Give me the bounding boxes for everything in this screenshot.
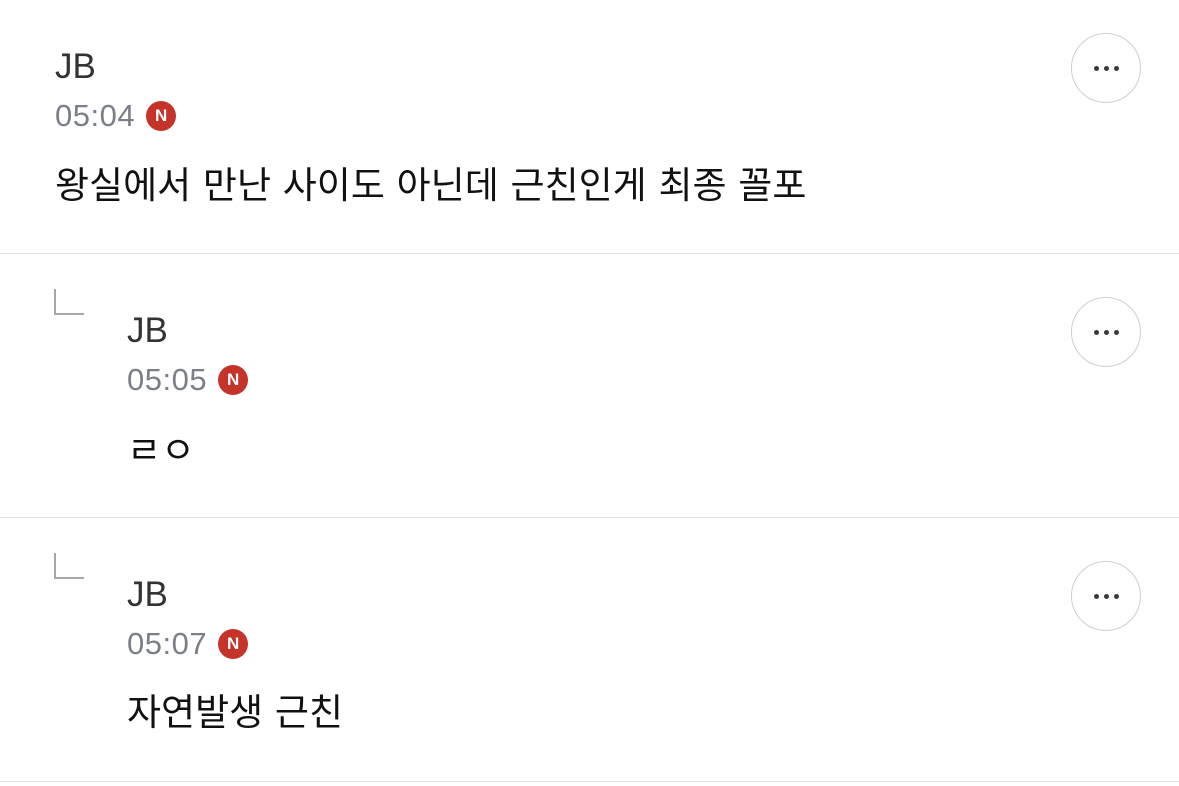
more-horizontal-icon	[1113, 593, 1119, 599]
comment-author[interactable]: JB	[127, 311, 168, 351]
more-horizontal-icon	[1093, 593, 1099, 599]
new-badge-icon: N	[146, 101, 177, 131]
comment-time: 05:04	[55, 98, 136, 133]
comment-time: 05:07	[127, 626, 208, 661]
more-options-button[interactable]	[1071, 561, 1141, 631]
reply-item: JB 05:07 N 자연발생 근친	[0, 518, 1179, 782]
reply-arrow-icon	[54, 289, 84, 315]
reply-item: JB 05:05 N ㄹㅇ	[0, 254, 1179, 518]
new-badge-icon: N	[218, 365, 249, 395]
more-horizontal-icon	[1113, 65, 1119, 71]
comment-meta: 05:05 N	[127, 362, 249, 398]
comment-text: 왕실에서 만난 사이도 아닌데 근친인게 최종 꼴포	[55, 164, 807, 207]
comment-meta: 05:04 N	[55, 98, 177, 134]
more-options-button[interactable]	[1071, 33, 1141, 103]
more-horizontal-icon	[1093, 329, 1099, 335]
comment-author[interactable]: JB	[55, 47, 96, 87]
reply-arrow-icon	[54, 553, 84, 579]
comment-item: JB 05:04 N 왕실에서 만난 사이도 아닌데 근친인게 최종 꼴포	[0, 0, 1179, 254]
more-horizontal-icon	[1113, 329, 1119, 335]
more-horizontal-icon	[1093, 65, 1099, 71]
more-options-button[interactable]	[1071, 297, 1141, 367]
more-horizontal-icon	[1103, 593, 1109, 599]
comment-text: 자연발생 근친	[127, 691, 344, 734]
comment-author[interactable]: JB	[127, 575, 168, 615]
more-horizontal-icon	[1103, 65, 1109, 71]
more-horizontal-icon	[1103, 329, 1109, 335]
comment-meta: 05:07 N	[127, 626, 249, 662]
comment-time: 05:05	[127, 362, 208, 397]
new-badge-icon: N	[218, 629, 249, 659]
comment-text: ㄹㅇ	[127, 429, 196, 472]
